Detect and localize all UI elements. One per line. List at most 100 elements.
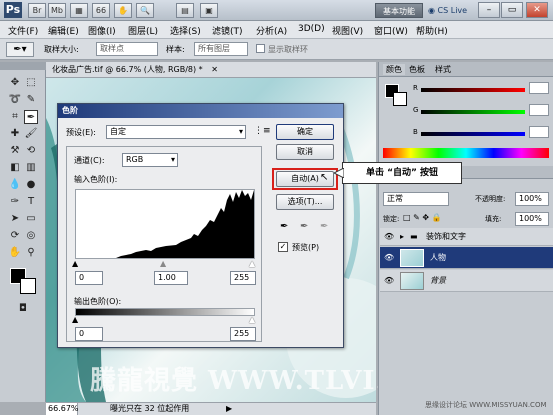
options-button[interactable]: 选项(T)... bbox=[276, 194, 334, 210]
move-tool-icon[interactable]: ✥ bbox=[8, 76, 22, 90]
history-brush-tool-icon[interactable]: ⟲ bbox=[24, 144, 38, 158]
blue-slider[interactable] bbox=[421, 132, 525, 136]
r-value-field[interactable] bbox=[529, 82, 549, 94]
cs-live-button[interactable]: ◉ CS Live bbox=[428, 3, 472, 18]
menu-filter[interactable]: 滤镜(T) bbox=[212, 24, 243, 37]
extras-button[interactable]: ▦ bbox=[70, 3, 88, 18]
layer-row-group[interactable]: 👁 ▸ ▬ 装饰和文字 bbox=[380, 228, 553, 246]
eraser-tool-icon[interactable]: ◧ bbox=[8, 161, 22, 175]
tab-color[interactable]: 颜色 bbox=[383, 64, 405, 75]
menu-3d[interactable]: 3D(D) bbox=[298, 24, 325, 34]
output-white-slider-icon[interactable]: ▲ bbox=[249, 315, 255, 324]
g-value-field[interactable] bbox=[529, 104, 549, 116]
expand-arrow-icon[interactable]: ▸ bbox=[400, 228, 404, 246]
menu-view[interactable]: 视图(V) bbox=[332, 24, 363, 37]
color-panel-background-swatch[interactable] bbox=[393, 92, 407, 106]
output-black-field[interactable]: 0 bbox=[75, 327, 103, 341]
visibility-eye-icon[interactable]: 👁 bbox=[384, 270, 394, 292]
preview-checkbox[interactable]: ✓ bbox=[278, 242, 288, 252]
zoom-level-button[interactable]: 66 bbox=[92, 3, 110, 18]
fill-field[interactable]: 100% bbox=[515, 212, 549, 226]
menu-image[interactable]: 图像(I) bbox=[88, 24, 116, 37]
visibility-eye-icon[interactable]: 👁 bbox=[384, 228, 394, 246]
menu-edit[interactable]: 编辑(E) bbox=[48, 24, 79, 37]
sample-select[interactable]: 所有图层 bbox=[194, 42, 248, 56]
lasso-tool-icon[interactable]: ➰ bbox=[8, 93, 22, 107]
clone-stamp-tool-icon[interactable]: ⚒ bbox=[8, 144, 22, 158]
tab-styles[interactable]: 样式 bbox=[435, 64, 451, 75]
b-value-field[interactable] bbox=[529, 126, 549, 138]
quick-mask-icon[interactable]: ◘ bbox=[16, 302, 30, 316]
path-select-tool-icon[interactable]: ➤ bbox=[8, 212, 22, 226]
cancel-button[interactable]: 取消 bbox=[276, 144, 334, 160]
layer-row-background[interactable]: 👁 背景 bbox=[380, 270, 553, 292]
channel-select[interactable]: RGB ▾ bbox=[122, 153, 178, 167]
restore-button[interactable]: ▭ bbox=[501, 2, 523, 18]
layer-row-selected[interactable]: 👁 人物 bbox=[380, 247, 553, 269]
dodge-tool-icon[interactable]: ● bbox=[24, 178, 38, 192]
visibility-eye-icon[interactable]: 👁 bbox=[384, 247, 394, 269]
menu-file[interactable]: 文件(F) bbox=[8, 24, 38, 37]
red-slider[interactable] bbox=[421, 88, 525, 92]
quick-select-tool-icon[interactable]: ✎ bbox=[24, 93, 38, 107]
close-button[interactable]: ✕ bbox=[526, 2, 548, 18]
minibridge-button[interactable]: Mb bbox=[48, 3, 66, 18]
status-menu-arrow-icon[interactable]: ▶ bbox=[226, 403, 232, 415]
output-white-field[interactable]: 255 bbox=[230, 327, 256, 341]
white-eyedropper-icon[interactable]: ✒ bbox=[320, 221, 328, 232]
preset-options-icon[interactable]: ⋮≡ bbox=[254, 126, 271, 136]
close-tab-icon[interactable]: ✕ bbox=[211, 65, 218, 74]
input-slider-track[interactable]: ▲ ▲ ▲ bbox=[72, 259, 255, 268]
sample-size-select[interactable]: 取样点 bbox=[96, 42, 158, 56]
type-tool-icon[interactable]: T bbox=[24, 195, 38, 209]
menu-analysis[interactable]: 分析(A) bbox=[256, 24, 287, 37]
3d-rotate-tool-icon[interactable]: ⟳ bbox=[8, 229, 22, 243]
shape-tool-icon[interactable]: ▭ bbox=[24, 212, 38, 226]
green-slider[interactable] bbox=[421, 110, 525, 114]
input-white-field[interactable]: 255 bbox=[230, 271, 256, 285]
zoom-tool-icon[interactable]: ⚲ bbox=[24, 246, 38, 260]
menu-help[interactable]: 帮助(H) bbox=[416, 24, 448, 37]
opacity-field[interactable]: 100% bbox=[515, 192, 549, 206]
lock-icons[interactable]: □ ✎ ✥ 🔒 bbox=[403, 213, 442, 222]
eyedropper-preset-icon[interactable]: ✒▾ bbox=[6, 42, 34, 57]
ok-button[interactable]: 确定 bbox=[276, 124, 334, 140]
arrange-documents-button[interactable]: ▤ bbox=[176, 3, 194, 18]
eyedropper-tool-icon[interactable]: ✒ bbox=[24, 110, 38, 124]
preset-select[interactable]: 自定 ▾ bbox=[106, 125, 246, 139]
document-tab[interactable]: 化妆品广告.tif @ 66.7% (人物, RGB/8) * ✕ bbox=[46, 62, 376, 78]
menu-select[interactable]: 选择(S) bbox=[170, 24, 201, 37]
zoom-tool-button[interactable]: 🔍 bbox=[136, 3, 154, 18]
brush-tool-icon[interactable]: 🖌 bbox=[24, 127, 38, 141]
menu-window[interactable]: 窗口(W) bbox=[374, 24, 408, 37]
gradient-tool-icon[interactable]: ▥ bbox=[24, 161, 38, 175]
pen-tool-icon[interactable]: ✑ bbox=[8, 195, 22, 209]
screen-mode-button[interactable]: ▣ bbox=[200, 3, 218, 18]
hand-tool-icon[interactable]: ✋ bbox=[8, 246, 22, 260]
input-black-field[interactable]: 0 bbox=[75, 271, 103, 285]
gray-eyedropper-icon[interactable]: ✒ bbox=[300, 221, 308, 232]
zoom-level-field[interactable]: 66.67% bbox=[46, 403, 79, 415]
3d-orbit-tool-icon[interactable]: ◎ bbox=[24, 229, 38, 243]
blend-mode-select[interactable]: 正常 bbox=[383, 192, 449, 206]
output-slider-track[interactable]: ▲ ▲ bbox=[72, 315, 255, 324]
hand-tool-button[interactable]: ✋ bbox=[114, 3, 132, 18]
marquee-tool-icon[interactable]: ⬚ bbox=[24, 76, 38, 90]
bridge-button[interactable]: Br bbox=[28, 3, 46, 18]
menu-layer[interactable]: 图层(L) bbox=[128, 24, 158, 37]
healing-brush-tool-icon[interactable]: ✚ bbox=[8, 127, 22, 141]
tab-swatches[interactable]: 色板 bbox=[409, 64, 425, 75]
black-point-slider-icon[interactable]: ▲ bbox=[72, 259, 78, 268]
white-point-slider-icon[interactable]: ▲ bbox=[249, 259, 255, 268]
background-color-swatch[interactable] bbox=[20, 278, 36, 294]
output-black-slider-icon[interactable]: ▲ bbox=[72, 315, 78, 324]
crop-tool-icon[interactable]: ⌗ bbox=[8, 110, 22, 124]
show-ring-checkbox[interactable] bbox=[256, 44, 265, 53]
color-ramp[interactable] bbox=[383, 148, 549, 158]
blur-tool-icon[interactable]: 💧 bbox=[8, 178, 22, 192]
black-eyedropper-icon[interactable]: ✒ bbox=[280, 221, 288, 232]
minimize-button[interactable]: – bbox=[478, 2, 500, 18]
workspace-button[interactable]: 基本功能 bbox=[375, 3, 423, 18]
gamma-slider-icon[interactable]: ▲ bbox=[160, 259, 166, 268]
input-gamma-field[interactable]: 1.00 bbox=[154, 271, 188, 285]
